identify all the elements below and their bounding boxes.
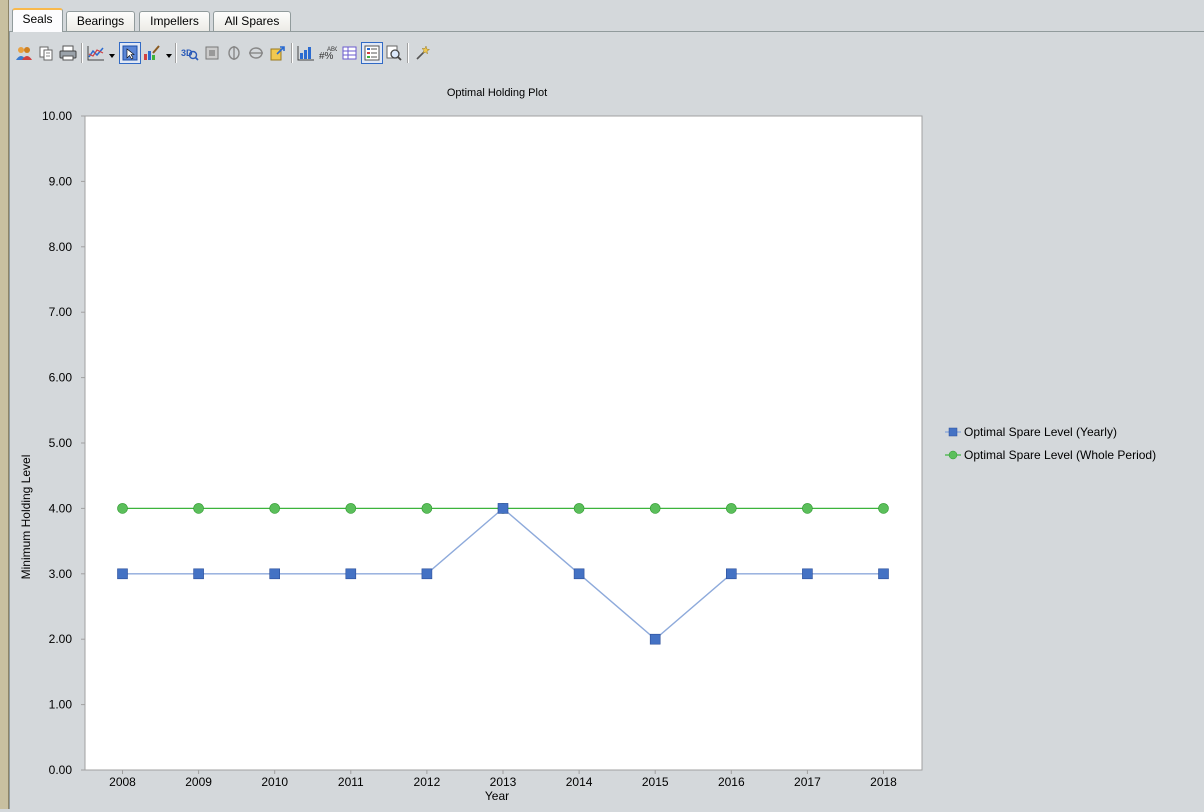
toolbar-separator bbox=[291, 43, 293, 63]
point-yearly bbox=[269, 568, 281, 580]
point-yearly bbox=[725, 568, 737, 580]
y-tick-label: 10.00 bbox=[42, 109, 72, 123]
point-yearly bbox=[573, 568, 585, 580]
toolbar-separator bbox=[175, 43, 177, 63]
y-tick-label: 4.00 bbox=[49, 501, 73, 515]
legend-icon[interactable] bbox=[361, 42, 383, 64]
chart-type-dropdown-icon[interactable] bbox=[108, 49, 116, 58]
y-tick-label: 0.00 bbox=[49, 763, 73, 777]
y-tick-label: 5.00 bbox=[49, 436, 73, 450]
point-yearly bbox=[497, 503, 509, 514]
copy-icon[interactable] bbox=[35, 42, 57, 64]
axis-settings-icon[interactable] bbox=[295, 42, 317, 64]
point-whole-period bbox=[878, 503, 889, 514]
data-labels-icon[interactable]: ABC#% bbox=[317, 42, 339, 64]
user-group-icon[interactable] bbox=[13, 42, 35, 64]
x-tick-label: 2012 bbox=[414, 775, 441, 789]
tab-bearings[interactable]: Bearings bbox=[66, 11, 135, 31]
point-whole-period bbox=[802, 503, 813, 514]
y-tick-label: 6.00 bbox=[49, 371, 73, 385]
x-tick-label: 2010 bbox=[261, 775, 288, 789]
tab-seals[interactable]: Seals bbox=[12, 8, 63, 32]
plot-area bbox=[84, 115, 923, 771]
point-whole-period bbox=[345, 503, 357, 514]
chart-palette-dropdown-icon[interactable] bbox=[165, 49, 173, 58]
rotate-vertical-icon[interactable] bbox=[245, 42, 267, 64]
point-whole-period bbox=[269, 503, 281, 514]
legend-label-whole-period: Optimal Spare Level (Whole Period) bbox=[964, 448, 1156, 462]
x-tick-label: 2009 bbox=[185, 775, 212, 789]
legend-marker-whole-period bbox=[948, 450, 958, 460]
y-tick-label: 7.00 bbox=[49, 305, 73, 319]
x-tick-label: 2013 bbox=[490, 775, 517, 789]
x-tick-label: 2014 bbox=[566, 775, 593, 789]
svg-text:3D: 3D bbox=[181, 48, 193, 58]
y-tick-label: 3.00 bbox=[49, 567, 73, 581]
point-yearly bbox=[649, 633, 661, 645]
tab-all-spares[interactable]: All Spares bbox=[213, 11, 291, 31]
x-tick-label: 2011 bbox=[338, 775, 364, 789]
point-whole-period bbox=[421, 503, 433, 514]
point-yearly bbox=[421, 568, 433, 580]
legend-marker-yearly bbox=[948, 427, 958, 437]
3d-icon[interactable]: 3D bbox=[179, 42, 201, 64]
point-yearly bbox=[345, 568, 357, 580]
legend-label-yearly: Optimal Spare Level (Yearly) bbox=[964, 425, 1117, 439]
point-yearly bbox=[878, 568, 889, 580]
export-icon[interactable] bbox=[267, 42, 289, 64]
chart-area: Optimal Holding Plot 0.00 1.00 2.00 3.00 4.00… bbox=[0, 74, 1204, 812]
point-whole-period bbox=[573, 503, 585, 514]
select-cursor-icon[interactable] bbox=[119, 42, 141, 64]
tab-impellers[interactable]: Impellers bbox=[139, 11, 210, 31]
toolbar-separator bbox=[81, 43, 83, 63]
x-tick-label: 2015 bbox=[642, 775, 669, 789]
wizard-icon[interactable] bbox=[411, 42, 433, 64]
point-whole-period bbox=[725, 503, 737, 514]
point-whole-period bbox=[193, 503, 204, 514]
rotate-horizontal-icon[interactable] bbox=[223, 42, 245, 64]
y-axis-label: Minimum Holding Level bbox=[19, 455, 33, 580]
point-yearly bbox=[802, 568, 813, 580]
y-tick-label: 1.00 bbox=[49, 698, 73, 712]
x-tick-label: 2008 bbox=[109, 775, 136, 789]
x-tick-label: 2018 bbox=[870, 775, 897, 789]
point-whole-period bbox=[649, 503, 661, 514]
svg-text:#%: #% bbox=[319, 51, 334, 61]
print-icon[interactable] bbox=[57, 42, 79, 64]
x-tick-label: 2016 bbox=[718, 775, 745, 789]
chart-type-icon[interactable] bbox=[85, 42, 107, 64]
tab-bar-divider bbox=[9, 31, 1204, 32]
y-tick-label: 9.00 bbox=[49, 174, 73, 188]
x-axis-label: Year bbox=[485, 789, 509, 803]
point-yearly bbox=[117, 568, 128, 580]
zoom-icon[interactable] bbox=[383, 42, 405, 64]
point-yearly bbox=[193, 568, 204, 580]
y-tick-label: 8.00 bbox=[49, 240, 73, 254]
chart-title: Optimal Holding Plot bbox=[447, 87, 547, 99]
y-tick-label: 2.00 bbox=[49, 632, 73, 646]
x-tick-label: 2017 bbox=[794, 775, 821, 789]
toolbar-separator bbox=[407, 43, 409, 63]
border-icon[interactable] bbox=[201, 42, 223, 64]
data-editor-icon[interactable] bbox=[339, 42, 361, 64]
point-whole-period bbox=[117, 503, 128, 514]
optimal-holding-chart: Optimal Holding Plot 0.00 1.00 2.00 3.00 4.00… bbox=[19, 87, 1156, 803]
chart-palette-icon[interactable] bbox=[141, 42, 163, 64]
